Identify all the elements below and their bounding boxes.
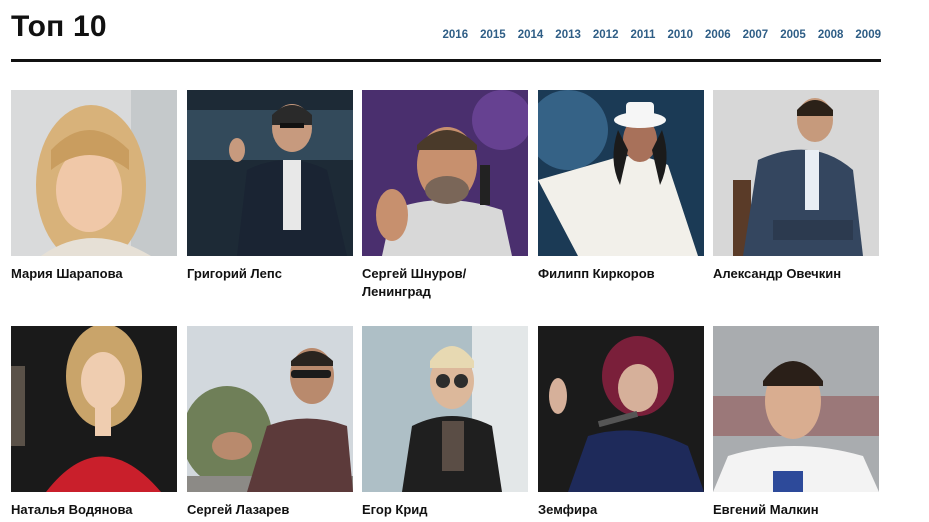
year-link-2016[interactable]: 2016 — [443, 29, 469, 41]
person-photo[interactable] — [362, 90, 528, 256]
page-header: Топ 10 2016 2015 2014 2013 2012 2011 201… — [11, 0, 881, 62]
year-nav: 2016 2015 2014 2013 2012 2011 2010 2006 … — [443, 29, 881, 41]
person-photo[interactable] — [713, 90, 879, 256]
person-card-lazarev[interactable]: Сергей Лазарев — [187, 326, 353, 519]
person-name[interactable]: Наталья Водянова — [11, 501, 177, 519]
year-link-2008[interactable]: 2008 — [818, 29, 844, 41]
person-card-malkin[interactable]: Евгений Малкин — [713, 326, 879, 519]
year-link-2015[interactable]: 2015 — [480, 29, 506, 41]
person-name[interactable]: Евгений Малкин — [713, 501, 879, 519]
person-name[interactable]: Сергей Лазарев — [187, 501, 353, 519]
year-link-2014[interactable]: 2014 — [518, 29, 544, 41]
year-link-2010[interactable]: 2010 — [667, 29, 693, 41]
person-name[interactable]: Егор Крид — [362, 501, 528, 519]
person-photo[interactable] — [11, 90, 177, 256]
person-card-vodianova[interactable]: Наталья Водянова — [11, 326, 177, 519]
person-card-kreed[interactable]: Егор Крид — [362, 326, 528, 519]
person-photo[interactable] — [538, 326, 704, 492]
person-name[interactable]: Григорий Лепс — [187, 265, 353, 283]
person-name[interactable]: Филипп Киркоров — [538, 265, 704, 283]
year-link-2009[interactable]: 2009 — [855, 29, 881, 41]
person-name[interactable]: Сергей Шнуров/ Ленинград — [362, 265, 528, 301]
year-link-2005[interactable]: 2005 — [780, 29, 806, 41]
person-photo[interactable] — [187, 326, 353, 492]
person-photo[interactable] — [362, 326, 528, 492]
person-photo[interactable] — [11, 326, 177, 492]
person-card-kirkorov[interactable]: Филипп Киркоров — [538, 90, 704, 283]
person-photo[interactable] — [538, 90, 704, 256]
year-link-2006[interactable]: 2006 — [705, 29, 731, 41]
person-name[interactable]: Земфира — [538, 501, 704, 519]
person-card-leps[interactable]: Григорий Лепс — [187, 90, 353, 283]
year-link-2012[interactable]: 2012 — [593, 29, 619, 41]
person-name[interactable]: Мария Шарапова — [11, 265, 177, 283]
person-name[interactable]: Александр Овечкин — [713, 265, 879, 283]
person-photo[interactable] — [713, 326, 879, 492]
person-card-ovechkin[interactable]: Александр Овечкин — [713, 90, 879, 283]
person-photo[interactable] — [187, 90, 353, 256]
person-card-sharapova[interactable]: Мария Шарапова — [11, 90, 177, 283]
year-link-2011[interactable]: 2011 — [630, 29, 655, 41]
year-link-2013[interactable]: 2013 — [555, 29, 581, 41]
year-link-2007[interactable]: 2007 — [743, 29, 769, 41]
person-card-zemfira[interactable]: Земфира — [538, 326, 704, 519]
page-title: Топ 10 — [11, 10, 107, 43]
person-card-shnurov[interactable]: Сергей Шнуров/ Ленинград — [362, 90, 528, 301]
